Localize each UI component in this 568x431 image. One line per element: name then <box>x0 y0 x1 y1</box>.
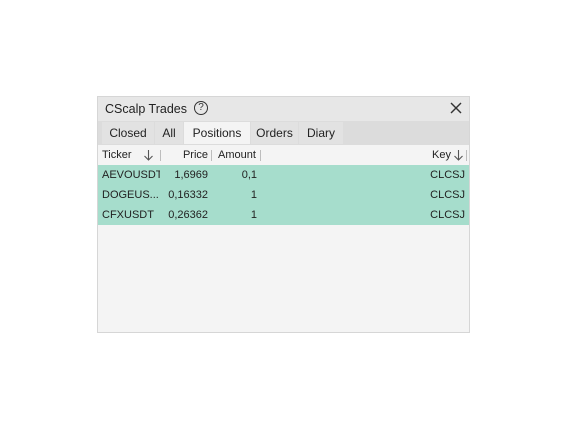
help-icon[interactable]: ? <box>194 101 208 115</box>
table-row[interactable]: DOGEUS... 0,16332 1 CLCSJ <box>98 185 469 205</box>
cell-amount: 1 <box>250 209 257 221</box>
sort-down-icon[interactable] <box>143 149 154 161</box>
title-bar[interactable]: CScalp Trades ? <box>98 97 469 121</box>
column-separator[interactable] <box>260 150 261 161</box>
tab-diary[interactable]: Diary <box>299 122 343 144</box>
close-icon[interactable] <box>449 101 463 115</box>
tab-all[interactable]: All <box>155 122 183 144</box>
cell-ticker: AEVOUSDT <box>102 169 160 181</box>
cell-ticker: DOGEUS... <box>102 189 159 201</box>
trades-window: CScalp Trades ? Closed All Positions Ord… <box>97 96 470 333</box>
tab-closed[interactable]: Closed <box>102 122 154 144</box>
column-separator[interactable] <box>160 150 161 161</box>
table-row[interactable]: CFXUSDT 0,26362 1 CLCSJ <box>98 205 469 225</box>
cell-key: CLCSJ <box>430 189 465 201</box>
cell-price: 0,26362 <box>168 209 208 221</box>
column-header-key[interactable]: Key <box>432 145 451 165</box>
cell-price: 0,16332 <box>168 189 208 201</box>
cell-price: 1,6969 <box>174 169 208 181</box>
column-header-ticker[interactable]: Ticker <box>102 145 132 165</box>
table-header: Ticker Price Amount Key <box>98 145 469 165</box>
tab-bar: Closed All Positions Orders Diary <box>98 121 469 145</box>
cell-ticker: CFXUSDT <box>102 209 154 221</box>
column-separator[interactable] <box>466 150 467 161</box>
column-separator[interactable] <box>211 150 212 161</box>
tab-positions[interactable]: Positions <box>184 122 250 144</box>
cell-key: CLCSJ <box>430 209 465 221</box>
tab-orders[interactable]: Orders <box>251 122 298 144</box>
sort-down-icon[interactable] <box>453 149 464 161</box>
cell-amount: 1 <box>250 189 257 201</box>
window-title: CScalp Trades <box>105 102 187 116</box>
cell-amount: 0,1 <box>241 169 257 181</box>
table-row[interactable]: AEVOUSDT 1,6969 0,1 CLCSJ <box>98 165 469 185</box>
cell-key: CLCSJ <box>430 169 465 181</box>
column-header-amount[interactable]: Amount <box>218 145 256 165</box>
column-header-price[interactable]: Price <box>162 145 208 165</box>
